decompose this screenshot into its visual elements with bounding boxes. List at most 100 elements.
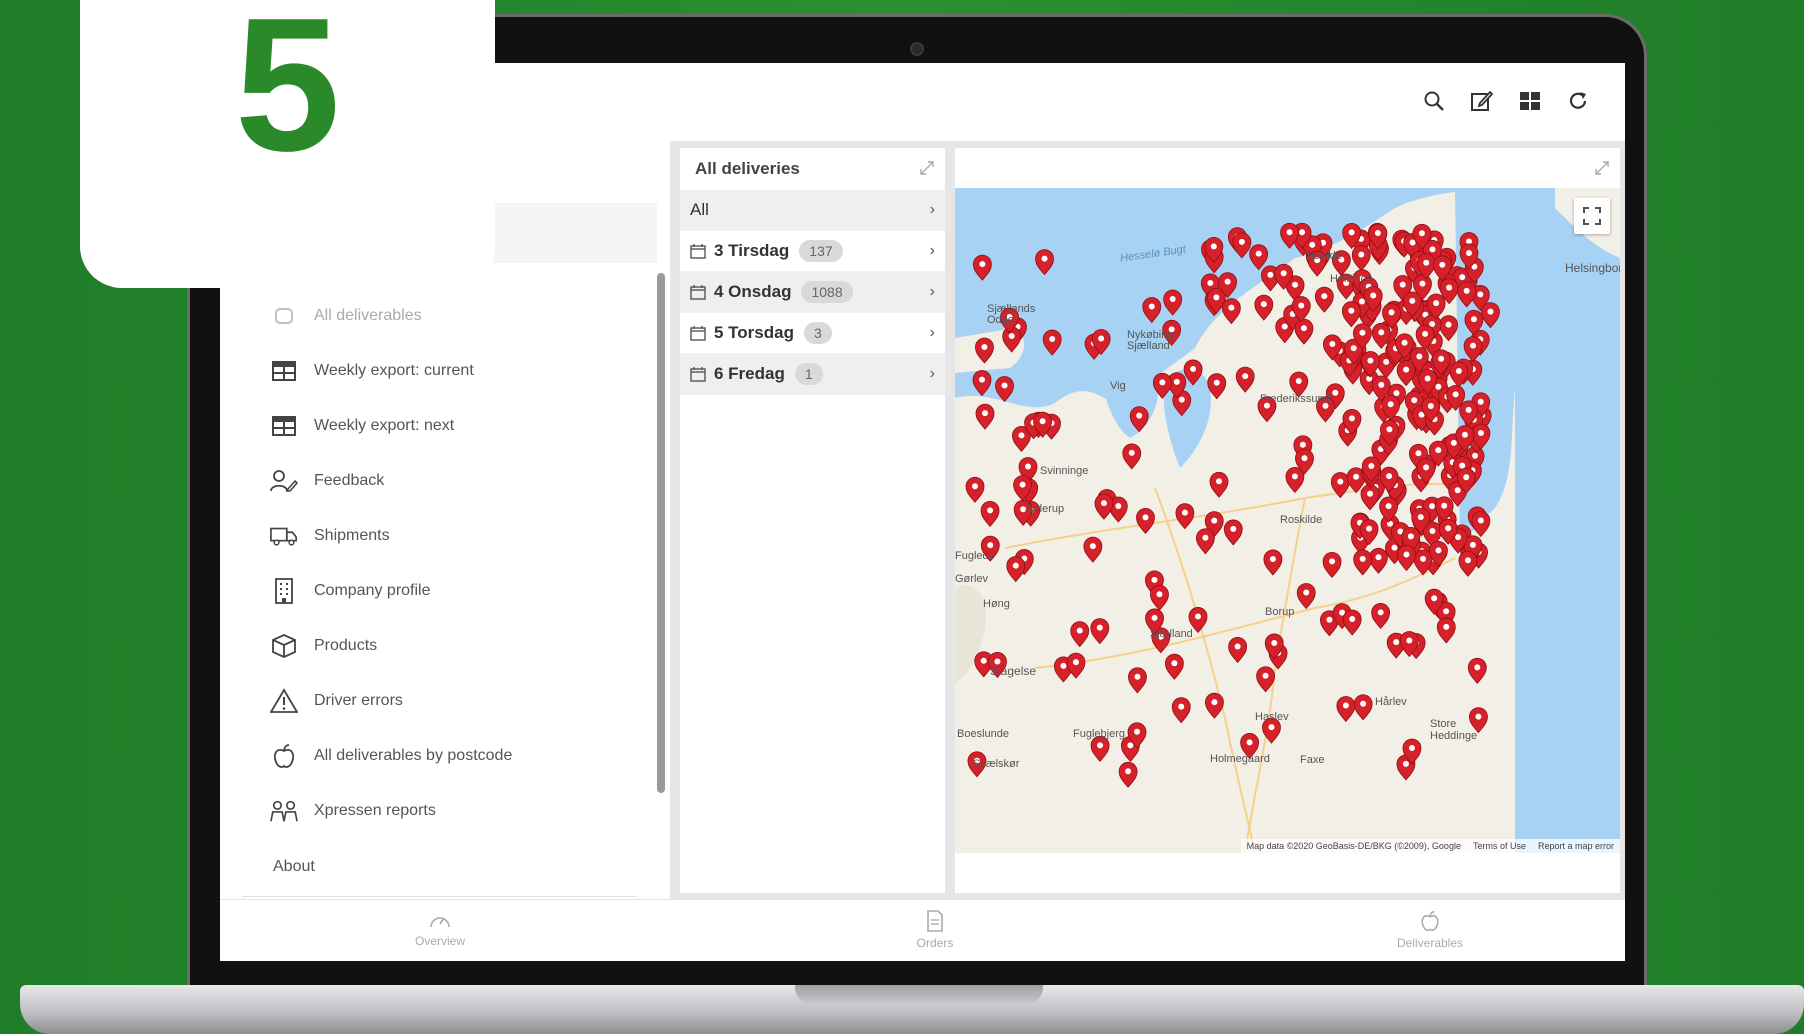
marker-dot (1377, 609, 1384, 616)
marker-dot (1427, 402, 1434, 409)
marker-dot (1210, 243, 1217, 250)
delivery-marker[interactable] (1249, 244, 1269, 271)
fullscreen-icon (1583, 207, 1601, 225)
marker-dot (1260, 301, 1267, 308)
marker-dot (987, 507, 994, 514)
delivery-map[interactable]: Hesselø Bugt Sjællands Odde Nykøbing Sjæ… (955, 188, 1620, 853)
nav-overview[interactable]: Overview (380, 910, 500, 948)
marker-dot (1375, 554, 1382, 561)
nav-deliverables-label: Deliverables (1396, 936, 1464, 950)
chevron-right-icon: › (929, 242, 935, 259)
delivery-marker[interactable] (972, 370, 992, 397)
refresh-icon[interactable] (1565, 88, 1591, 114)
count-badge: 1 (794, 363, 823, 385)
marker-dot (1134, 673, 1141, 680)
marker-dot (1386, 426, 1393, 433)
delivery-marker[interactable] (1142, 297, 1162, 324)
marker-dot (1420, 555, 1427, 562)
deliveries-row-day[interactable]: 5 Torsdag 3 › (680, 313, 945, 354)
marker-dot (1367, 357, 1374, 364)
map-report-link[interactable]: Report a map error (1538, 841, 1614, 851)
marker-dot (1060, 662, 1067, 669)
marker-dot (1049, 336, 1056, 343)
sidebar-item-about[interactable]: About (273, 858, 315, 876)
marker-dot (1281, 323, 1288, 330)
deliveries-row-all[interactable]: All › (680, 190, 945, 231)
marker-dot (1353, 473, 1360, 480)
sidebar-item-company-profile[interactable]: Company profile (270, 571, 431, 611)
marker-dot (1359, 555, 1366, 562)
sidebar-item-feedback[interactable]: Feedback (270, 461, 384, 501)
marker-dot (1342, 702, 1349, 709)
marker-dot (1271, 639, 1278, 646)
marker-dot (982, 410, 989, 417)
laptop-camera (910, 42, 924, 56)
sidebar-item-driver-errors[interactable]: Driver errors (270, 681, 403, 721)
marker-dot (1477, 291, 1484, 298)
marker-dot (1076, 627, 1083, 634)
deliveries-panel-header: All deliveries (680, 148, 945, 190)
marker-dot (1041, 255, 1048, 262)
delivery-marker[interactable] (995, 376, 1014, 403)
sidebar-item-shipments[interactable]: Shipments (270, 516, 390, 556)
map-panel: Hesselø Bugt Sjællands Odde Nykøbing Sjæ… (955, 148, 1620, 893)
grid-view-icon[interactable] (1517, 88, 1543, 114)
marker-dot (1358, 298, 1365, 305)
bottom-navigation: Overview Orders Deliverables (220, 899, 1625, 961)
marker-dot (1280, 270, 1287, 277)
deliveries-row-day[interactable]: 6 Fredag 1 › (680, 354, 945, 395)
user-edit-icon (270, 467, 298, 495)
expand-icon[interactable] (1594, 160, 1610, 181)
search-icon[interactable] (1421, 88, 1447, 114)
sidebar-item-weekly-export-next[interactable]: Weekly export: next (270, 406, 454, 446)
marker-dot (1326, 616, 1333, 623)
marker-dot (1368, 462, 1375, 469)
marker-dot (1450, 439, 1457, 446)
marker-dot (1477, 517, 1484, 524)
marker-dot (1169, 296, 1176, 303)
edit-icon[interactable] (1469, 88, 1495, 114)
delivery-marker[interactable] (972, 254, 992, 281)
expand-icon[interactable] (919, 160, 935, 181)
map-label: Helsinge (1330, 273, 1373, 285)
sidebar-item-xpressen-reports[interactable]: Xpressen reports (270, 791, 436, 831)
marker-dot (1255, 250, 1262, 257)
delivery-marker[interactable] (1232, 232, 1252, 259)
sidebar-item-products[interactable]: Products (270, 626, 377, 666)
marker-dot (1156, 591, 1163, 598)
nav-overview-label: Overview (414, 934, 465, 948)
marker-dot (1391, 544, 1398, 551)
marker-dot (972, 483, 979, 490)
map-terms-link[interactable]: Terms of Use (1473, 841, 1526, 851)
map-label: Gørlev (955, 573, 988, 585)
sidebar-item-all-deliverables[interactable]: All deliverables (270, 296, 422, 336)
marker-dot (979, 261, 986, 268)
sidebar-scrollbar[interactable] (657, 273, 665, 793)
marker-dot (1452, 391, 1459, 398)
deliveries-row-day[interactable]: 3 Tirsdag 137 › (680, 231, 945, 272)
sidebar-item-label: Weekly export: current (314, 362, 474, 379)
sidebar-item-weekly-export-current[interactable]: Weekly export: current (270, 351, 474, 391)
marker-dot (1098, 335, 1105, 342)
sidebar-item-all-deliverables-by-postcode[interactable]: All deliverables by postcode (270, 736, 512, 776)
map-fullscreen-button[interactable] (1574, 198, 1610, 234)
marker-dot (1142, 514, 1149, 521)
delivery-marker[interactable] (1042, 329, 1062, 356)
map-label: Sjælland (1150, 628, 1193, 640)
marker-dot (1018, 432, 1025, 439)
map-label: Boeslunde (957, 728, 1009, 740)
nav-deliverables[interactable]: Deliverables (1370, 910, 1490, 950)
marker-dot (1224, 278, 1231, 285)
speedometer-icon (430, 917, 450, 928)
marker-dot (1348, 307, 1355, 314)
marker-dot (1349, 615, 1356, 622)
delivery-marker[interactable] (1163, 289, 1183, 316)
marker-dot (987, 542, 994, 549)
nav-orders[interactable]: Orders (875, 910, 995, 950)
sidebar-item-label: All deliverables by postcode (314, 747, 513, 764)
delivery-marker[interactable] (1035, 249, 1054, 276)
sidebar-item-label: Products (314, 637, 378, 654)
marker-dot (1470, 316, 1477, 323)
deliveries-row-day[interactable]: 4 Onsdag 1088 › (680, 272, 945, 313)
sidebar: All deliverables Weekly export: current … (220, 203, 665, 897)
